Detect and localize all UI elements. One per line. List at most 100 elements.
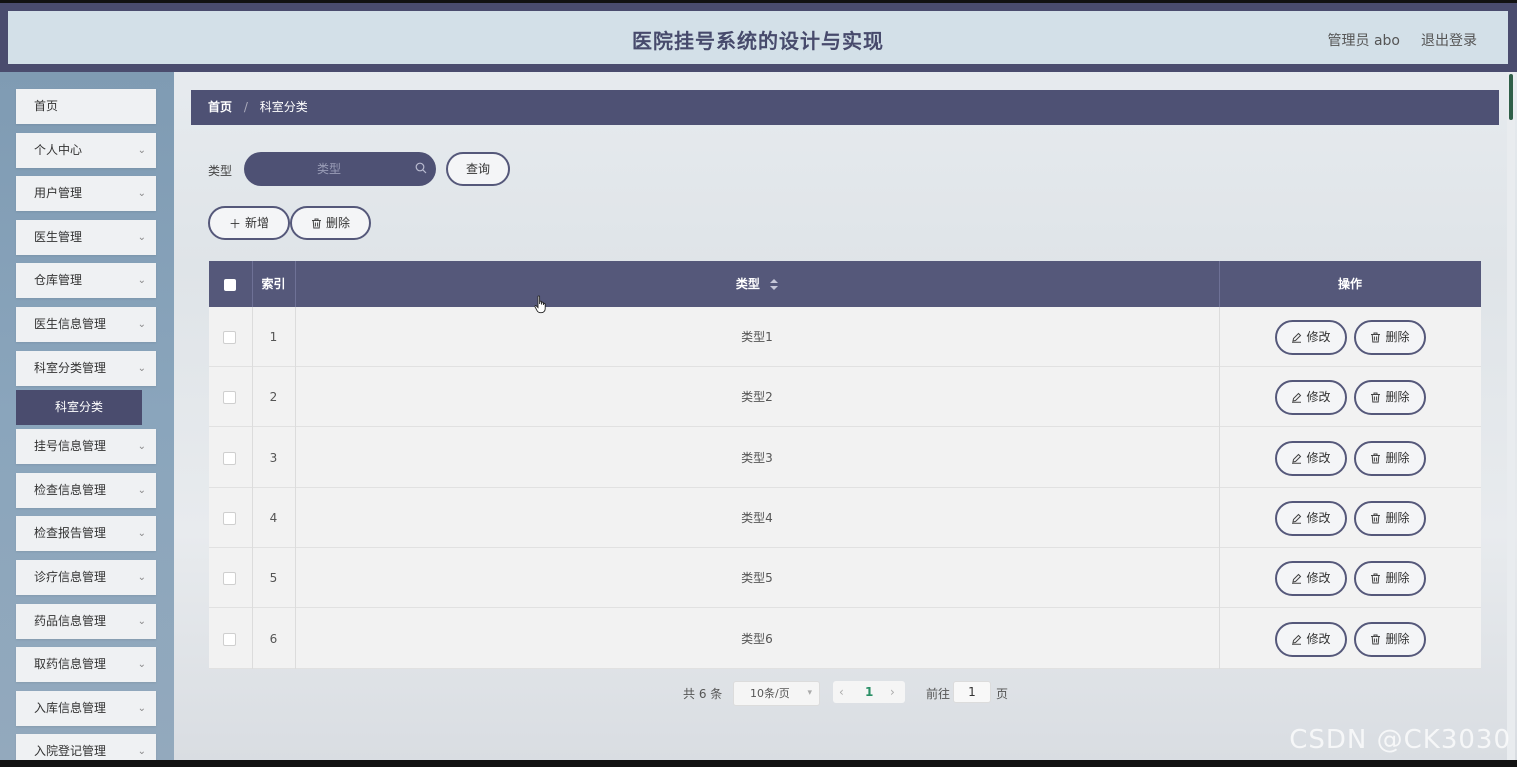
- edit-icon: [1292, 453, 1302, 464]
- edit-button[interactable]: 修改: [1275, 561, 1347, 597]
- cell-index: 3: [269, 450, 278, 465]
- sidebar-item-exam-info-management[interactable]: 检查信息管理 ⌄: [16, 472, 156, 508]
- edit-button[interactable]: 修改: [1275, 500, 1347, 536]
- chevron-down-icon: ⌄: [137, 484, 146, 496]
- sidebar-item-doctor-management[interactable]: 医生管理 ⌄: [16, 219, 156, 255]
- column-header-actions: 操作: [1337, 277, 1362, 291]
- sidebar-item-personal-center[interactable]: 个人中心 ⌄: [16, 132, 156, 168]
- table-row: 4 类型4 修改 删除: [209, 487, 1481, 548]
- page-number-current[interactable]: 1: [865, 681, 873, 703]
- search-type-input[interactable]: [244, 152, 414, 186]
- header-banner: 医院挂号系统的设计与实现 管理员 abo 退出登录: [8, 11, 1508, 64]
- goto-page-input[interactable]: 1: [953, 681, 991, 703]
- breadcrumb-current: 科室分类: [259, 100, 308, 114]
- add-button[interactable]: ＋ 新增: [208, 206, 290, 240]
- sidebar-item-stock-in-management[interactable]: 入库信息管理 ⌄: [16, 690, 156, 726]
- cell-type: 类型4: [741, 510, 773, 525]
- scrollbar-thumb[interactable]: [1509, 74, 1513, 120]
- delete-button-label: 删除: [1385, 390, 1410, 405]
- sidebar-item-registration-info-management[interactable]: 挂号信息管理 ⌄: [16, 429, 156, 465]
- prev-page-button[interactable]: ‹: [839, 681, 844, 703]
- sidebar-item-admission-management[interactable]: 入院登记管理 ⌄: [16, 734, 156, 760]
- delete-button-label: 删除: [1385, 450, 1410, 465]
- app-frame: 医院挂号系统的设计与实现 管理员 abo 退出登录 首页个人中心 ⌄ 用户管理 ⌄ 医生…: [0, 3, 1517, 760]
- trash-icon: [1371, 453, 1381, 464]
- page-size-value: 10条/页: [750, 687, 790, 700]
- search-type-label: 类型: [208, 164, 233, 178]
- chevron-down-icon: ⌄: [137, 275, 146, 287]
- breadcrumb: 首页 / 科室分类: [191, 90, 1499, 125]
- sidebar-item-medicine-pickup-management[interactable]: 取药信息管理 ⌄: [16, 647, 156, 683]
- chevron-down-icon: ⌄: [137, 615, 146, 627]
- page-scrollbar[interactable]: [1507, 72, 1515, 760]
- search-field-wrapper: [244, 152, 436, 186]
- batch-delete-button[interactable]: 删除: [290, 206, 371, 240]
- edit-button-label: 修改: [1306, 450, 1331, 465]
- select-all-checkbox[interactable]: [224, 279, 236, 291]
- cell-type: 类型2: [741, 390, 773, 405]
- chevron-down-icon: ⌄: [137, 441, 146, 453]
- edit-icon: [1292, 634, 1302, 645]
- next-page-button[interactable]: ›: [890, 681, 895, 703]
- cell-type: 类型1: [741, 330, 773, 344]
- row-checkbox[interactable]: [223, 451, 236, 465]
- sidebar-item-label: 入院登记管理: [34, 744, 107, 759]
- delete-button[interactable]: 删除: [1354, 561, 1426, 597]
- edit-button[interactable]: 修改: [1275, 320, 1347, 355]
- sidebar-item-user-management[interactable]: 用户管理 ⌄: [16, 176, 156, 212]
- edit-button[interactable]: 修改: [1275, 440, 1347, 476]
- breadcrumb-separator: /: [243, 100, 248, 114]
- row-checkbox[interactable]: [223, 572, 236, 586]
- edit-button[interactable]: 修改: [1275, 380, 1347, 416]
- row-checkbox[interactable]: [223, 511, 236, 525]
- trash-icon: [1371, 634, 1381, 644]
- sidebar-item-home[interactable]: 首页: [16, 89, 156, 124]
- sidebar-item-warehouse-management[interactable]: 仓库管理 ⌄: [16, 263, 156, 299]
- edit-icon: [1292, 513, 1302, 524]
- delete-button[interactable]: 删除: [1354, 500, 1426, 536]
- trash-icon: [1371, 332, 1381, 343]
- sort-icon[interactable]: [770, 279, 779, 290]
- delete-button[interactable]: 删除: [1354, 320, 1426, 355]
- top-header: 医院挂号系统的设计与实现 管理员 abo 退出登录: [0, 3, 1517, 72]
- hand-cursor-icon: [534, 295, 546, 314]
- edit-icon: [1292, 332, 1302, 343]
- row-checkbox[interactable]: [223, 391, 236, 405]
- row-checkbox[interactable]: [223, 632, 236, 646]
- sidebar-item-exam-report-management[interactable]: 检查报告管理 ⌄: [16, 516, 156, 552]
- chevron-down-icon: ⌄: [137, 231, 146, 243]
- cell-index: 4: [269, 510, 278, 525]
- delete-button-label: 删除: [1385, 631, 1410, 646]
- sidebar-item-label: 取药信息管理: [34, 657, 107, 672]
- row-checkbox[interactable]: [223, 331, 236, 344]
- chevron-down-icon: ⌄: [137, 572, 146, 583]
- breadcrumb-home[interactable]: 首页: [208, 100, 232, 114]
- plus-icon: ＋: [228, 216, 241, 231]
- sidebar-item-doctor-info-management[interactable]: 医生信息管理 ⌄: [16, 307, 156, 342]
- edit-button-label: 修改: [1306, 571, 1331, 586]
- page-size-select[interactable]: 10条/页 ▾: [733, 681, 820, 706]
- sidebar-subitem-department-category[interactable]: 科室分类: [16, 390, 142, 426]
- pagination-total: 共 6 条: [683, 687, 723, 701]
- logout-link[interactable]: 退出登录: [1421, 30, 1477, 50]
- search-icon[interactable]: [415, 162, 427, 174]
- chevron-down-icon: ⌄: [137, 746, 146, 758]
- pagination-nav: ‹ 1 ›: [833, 681, 905, 703]
- table-row: 5 类型5 修改 删除: [209, 548, 1481, 609]
- sidebar-item-medicine-info-management[interactable]: 药品信息管理 ⌄: [16, 603, 156, 639]
- delete-button[interactable]: 删除: [1354, 380, 1426, 416]
- edit-button[interactable]: 修改: [1275, 621, 1347, 657]
- edit-button-label: 修改: [1306, 510, 1331, 525]
- data-table: 索引 类型 操作 1 类型1 修改 删除 2 类型2 修改 删除 3 类型3 修改 删除 4 类型4 修改删…: [209, 261, 1481, 669]
- sidebar-item-label: 科室分类管理: [34, 360, 107, 375]
- edit-icon: [1292, 393, 1302, 404]
- sidebar-item-department-category-management[interactable]: 科室分类管理 ⌄: [16, 350, 156, 386]
- sidebar-item-diagnosis-info-management[interactable]: 诊疗信息管理 ⌄: [16, 560, 156, 595]
- query-button[interactable]: 查询: [446, 152, 510, 186]
- cell-type: 类型5: [741, 571, 773, 586]
- delete-button[interactable]: 删除: [1354, 440, 1426, 476]
- current-user-label: 管理员 abo: [1327, 33, 1400, 49]
- column-header-type[interactable]: 类型: [295, 261, 1219, 307]
- delete-button[interactable]: 删除: [1354, 621, 1426, 657]
- table-row: 1 类型1 修改 删除: [209, 307, 1481, 367]
